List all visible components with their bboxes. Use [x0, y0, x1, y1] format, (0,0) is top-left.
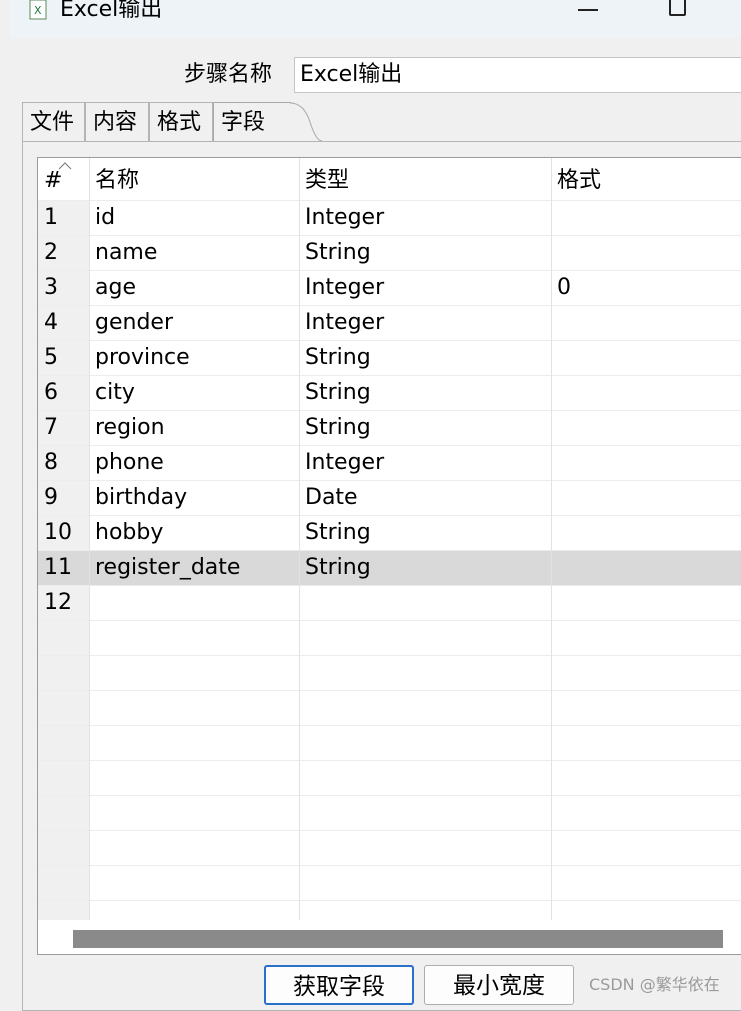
row-divider: [38, 620, 741, 621]
header-name[interactable]: 名称: [89, 158, 299, 200]
cell-format[interactable]: [551, 306, 741, 341]
cell-num[interactable]: 10: [38, 516, 89, 551]
cell-name[interactable]: city: [89, 376, 299, 411]
tab-fields[interactable]: 字段: [213, 102, 291, 142]
col-divider: [299, 158, 300, 920]
cell-type[interactable]: Date: [299, 481, 551, 516]
step-name-label: 步骤名称: [184, 62, 273, 87]
row-divider: [38, 725, 741, 726]
cell-format[interactable]: [551, 516, 741, 551]
svg-text:X: X: [34, 4, 42, 17]
cell-num[interactable]: 3: [38, 271, 89, 306]
step-name-input[interactable]: Excel输出: [294, 57, 741, 93]
cell-num[interactable]: 9: [38, 481, 89, 516]
table-row[interactable]: 11 register_date String: [38, 551, 741, 586]
min-width-button[interactable]: 最小宽度: [424, 965, 574, 1005]
excel-file-icon: X: [29, 0, 47, 20]
window-title: Excel输出: [60, 0, 163, 22]
cell-type[interactable]: String: [299, 341, 551, 376]
maximize-icon[interactable]: [669, 0, 686, 16]
row-divider: [38, 900, 741, 901]
cell-name[interactable]: region: [89, 411, 299, 446]
cell-type[interactable]: String: [299, 551, 551, 586]
table-row[interactable]: 12: [38, 586, 741, 621]
table-row[interactable]: 9 birthday Date: [38, 481, 741, 516]
watermark: CSDN @繁华依在: [589, 975, 720, 994]
cell-format[interactable]: [551, 376, 741, 411]
table-header: # 名称 类型 格式: [38, 158, 741, 200]
row-divider: [38, 830, 741, 831]
header-format[interactable]: 格式: [551, 158, 741, 200]
cell-type[interactable]: Integer: [299, 306, 551, 341]
cell-name[interactable]: id: [89, 201, 299, 236]
scrollbar-thumb[interactable]: [73, 930, 723, 948]
cell-name[interactable]: phone: [89, 446, 299, 481]
cell-name[interactable]: birthday: [89, 481, 299, 516]
minimize-icon[interactable]: [578, 9, 598, 11]
window-left-edge: [0, 0, 10, 1003]
tab-content[interactable]: 内容: [85, 102, 149, 142]
get-fields-button[interactable]: 获取字段: [264, 965, 414, 1005]
cell-num[interactable]: 7: [38, 411, 89, 446]
cell-num[interactable]: 4: [38, 306, 89, 341]
cell-format[interactable]: [551, 236, 741, 271]
table-row[interactable]: 7 region String: [38, 411, 741, 446]
cell-num[interactable]: 6: [38, 376, 89, 411]
horizontal-scrollbar[interactable]: [38, 920, 741, 954]
table-row[interactable]: 8 phone Integer: [38, 446, 741, 481]
cell-name[interactable]: name: [89, 236, 299, 271]
cell-num[interactable]: 5: [38, 341, 89, 376]
table-row[interactable]: 1 id Integer: [38, 201, 741, 236]
sort-caret-icon: [58, 162, 72, 170]
cell-name[interactable]: gender: [89, 306, 299, 341]
tab-format[interactable]: 格式: [149, 102, 213, 142]
col-divider: [551, 158, 552, 920]
row-divider: [38, 865, 741, 866]
row-divider: [38, 795, 741, 796]
cell-format[interactable]: [551, 411, 741, 446]
table-row[interactable]: 6 city String: [38, 376, 741, 411]
cell-format[interactable]: [551, 446, 741, 481]
table-row[interactable]: 5 province String: [38, 341, 741, 376]
row-divider: [38, 690, 741, 691]
cell-name[interactable]: hobby: [89, 516, 299, 551]
cell-name[interactable]: age: [89, 271, 299, 306]
cell-name[interactable]: register_date: [89, 551, 299, 586]
cell-num[interactable]: 1: [38, 201, 89, 236]
cell-type[interactable]: String: [299, 411, 551, 446]
cell-format[interactable]: [551, 201, 741, 236]
tab-corner: [290, 102, 322, 142]
table-row[interactable]: 2 name String: [38, 236, 741, 271]
cell-format[interactable]: [551, 341, 741, 376]
cell-num[interactable]: 2: [38, 236, 89, 271]
cell-num[interactable]: 8: [38, 446, 89, 481]
table-row[interactable]: 10 hobby String: [38, 516, 741, 551]
tab-file[interactable]: 文件: [22, 102, 85, 142]
cell-format[interactable]: [551, 586, 741, 621]
cell-type[interactable]: Integer: [299, 446, 551, 481]
table-row[interactable]: 3 age Integer 0: [38, 271, 741, 306]
cell-num[interactable]: 11: [38, 551, 89, 586]
cell-name[interactable]: [89, 586, 299, 621]
cell-format[interactable]: 0: [551, 271, 741, 306]
cell-type[interactable]: Integer: [299, 271, 551, 306]
cell-type[interactable]: [299, 586, 551, 621]
col-divider: [89, 158, 90, 920]
cell-num[interactable]: 12: [38, 586, 89, 621]
cell-type[interactable]: String: [299, 516, 551, 551]
header-type[interactable]: 类型: [299, 158, 551, 200]
row-divider: [38, 655, 741, 656]
cell-name[interactable]: province: [89, 341, 299, 376]
cell-type[interactable]: String: [299, 376, 551, 411]
tab-baseline: [300, 141, 741, 142]
cell-type[interactable]: String: [299, 236, 551, 271]
table-row[interactable]: 4 gender Integer: [38, 306, 741, 341]
cell-type[interactable]: Integer: [299, 201, 551, 236]
cell-format[interactable]: [551, 481, 741, 516]
cell-format[interactable]: [551, 551, 741, 586]
fields-table: # 名称 类型 格式 1 id Integer 2 name String 3 age Inte…: [37, 157, 741, 955]
row-divider: [38, 760, 741, 761]
